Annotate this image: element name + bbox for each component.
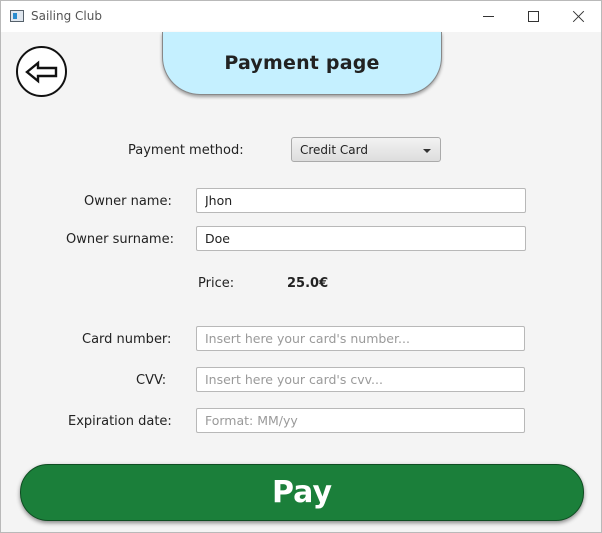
page-title: Payment page (224, 52, 380, 74)
chevron-down-icon (423, 149, 431, 153)
payment-method-select[interactable]: Credit Card (291, 137, 441, 162)
owner-name-field[interactable] (196, 188, 526, 213)
cvv-label: CVV: (136, 373, 167, 388)
payment-method-label: Payment method: (128, 143, 244, 158)
cvv-field[interactable] (196, 367, 525, 392)
minimize-icon (482, 16, 494, 17)
app-window-icon (10, 10, 24, 22)
owner-surname-field[interactable] (196, 226, 526, 251)
window-title: Sailing Club (31, 9, 102, 23)
pay-button[interactable]: Pay (20, 464, 584, 521)
close-button[interactable] (555, 1, 601, 32)
title-bar[interactable]: Sailing Club (1, 1, 601, 32)
owner-surname-label: Owner surname: (66, 232, 174, 247)
price-value: 25.0€ (287, 276, 329, 291)
minimize-button[interactable] (465, 1, 511, 32)
expiration-date-field[interactable] (196, 408, 525, 433)
back-button[interactable] (16, 46, 67, 97)
close-icon (572, 10, 585, 23)
price-label: Price: (198, 276, 235, 291)
card-number-field[interactable] (196, 326, 525, 351)
left-arrow-icon (24, 59, 57, 84)
maximize-button[interactable] (510, 1, 556, 32)
page-header: Payment page (162, 32, 442, 95)
expiration-date-label: Expiration date: (68, 414, 172, 429)
maximize-icon (527, 11, 539, 22)
payment-method-value: Credit Card (300, 143, 368, 157)
app-window: Sailing Club Payment page Payment method… (0, 0, 602, 533)
owner-name-label: Owner name: (84, 194, 172, 209)
card-number-label: Card number: (82, 332, 172, 347)
